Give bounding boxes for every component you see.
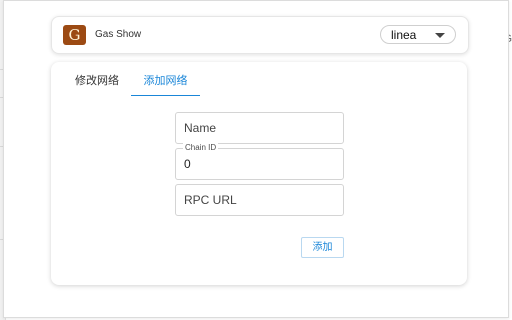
network-select[interactable]: linea [380,25,456,44]
network-select-value: linea [391,28,417,42]
name-placeholder: Name [184,121,217,135]
app-logo: G [63,25,86,45]
name-input[interactable]: Name [175,112,344,144]
extension-popup: G Gas Show linea 修改网络 添加网络 Name Chain ID… [3,0,509,318]
active-tab-indicator [131,95,200,96]
chain-id-value: 0 [184,157,191,171]
rpc-url-input[interactable]: RPC URL [175,184,344,216]
chain-id-input[interactable]: Chain ID 0 [175,143,344,180]
rpc-url-placeholder: RPC URL [184,193,237,207]
page-root: G G Gas Show linea 修改网络 添加网络 Name Chain … [0,0,512,320]
header-card: G Gas Show linea [51,16,469,54]
chevron-down-icon [435,33,445,38]
tab-add-network[interactable]: 添加网络 [131,74,200,95]
tab-edit-network[interactable]: 修改网络 [72,74,122,95]
chain-id-label: Chain ID [183,143,219,153]
network-form-card: 修改网络 添加网络 Name Chain ID 0 RPC URL 添加 [51,62,467,285]
app-title: Gas Show [95,29,142,40]
add-network-button[interactable]: 添加 [301,237,344,258]
